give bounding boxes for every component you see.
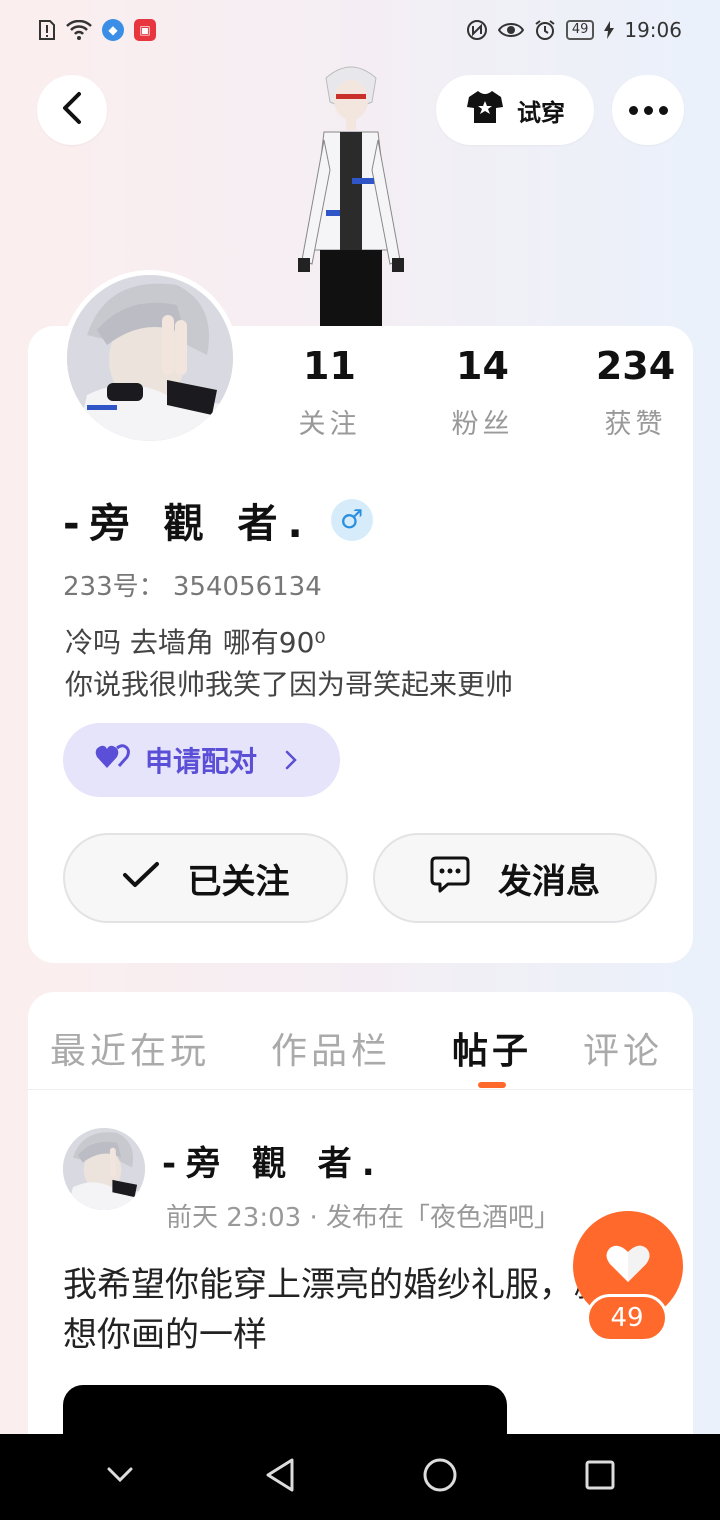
- request-pair-label: 申请配对: [145, 745, 258, 778]
- post-author-name[interactable]: -旁 觀 者.: [162, 1136, 385, 1185]
- stat-followers[interactable]: 14 粉丝: [406, 344, 559, 441]
- heart-icon: [606, 1244, 650, 1288]
- profile-avatar[interactable]: [62, 270, 238, 446]
- stat-label: 获赞: [604, 409, 667, 440]
- system-nav-bar: [0, 1434, 720, 1520]
- following-label: 已关注: [187, 861, 290, 902]
- more-dot-icon: [643, 105, 653, 115]
- nav-recents-button[interactable]: [570, 1447, 630, 1507]
- circle-home-icon: [422, 1457, 458, 1497]
- status-time: 19:06: [624, 18, 682, 42]
- triangle-back-icon: [264, 1457, 296, 1497]
- browser-app-icon: ◆: [102, 19, 124, 41]
- profile-name: -旁 觀 者.: [63, 501, 313, 547]
- following-button[interactable]: 已关注: [63, 833, 348, 923]
- profile-bio: 冷吗 去墙角 哪有90⁰ 你说我很帅我笑了因为哥笑起来更帅: [65, 622, 513, 706]
- chevron-down-icon: [106, 1466, 134, 1488]
- stat-value: 11: [303, 344, 356, 388]
- try-on-label: 试穿: [517, 98, 565, 127]
- stat-likes[interactable]: 234 获赞: [559, 344, 712, 441]
- active-tab-indicator: [478, 1082, 506, 1088]
- stat-value: 14: [456, 344, 509, 388]
- status-left: ◆ ▣: [38, 19, 156, 41]
- stat-label: 关注: [298, 409, 361, 440]
- more-dot-icon: [628, 105, 638, 115]
- eye-comfort-icon: [497, 21, 524, 39]
- post-author-avatar[interactable]: [63, 1128, 145, 1210]
- try-on-button[interactable]: 试穿: [436, 75, 594, 145]
- stat-value: 234: [595, 344, 676, 388]
- tab-works[interactable]: 作品栏: [271, 1022, 391, 1074]
- nav-home-button[interactable]: [410, 1447, 470, 1507]
- nav-back-button[interactable]: [250, 1447, 310, 1507]
- male-gender-icon: ♂: [330, 499, 373, 541]
- name-row: -旁 觀 者. ♂: [63, 491, 373, 549]
- send-message-label: 发消息: [498, 861, 600, 902]
- send-message-button[interactable]: 发消息: [373, 833, 657, 923]
- chat-bubble-icon: [430, 855, 470, 902]
- user-id[interactable]: 233号： 354056134: [63, 566, 322, 603]
- request-pair-button[interactable]: 申请配对: [63, 723, 340, 797]
- status-bar: ◆ ▣ 49 19:06: [0, 0, 720, 60]
- tab-recently-played[interactable]: 最近在玩: [50, 1022, 210, 1074]
- video-app-icon: ▣: [134, 19, 156, 41]
- stat-label: 粉丝: [451, 409, 514, 440]
- nfc-icon: [466, 19, 488, 41]
- chevron-right-icon: [285, 744, 297, 777]
- hide-nav-button[interactable]: [90, 1447, 150, 1507]
- checkmark-icon: [122, 858, 160, 898]
- status-right: 49 19:06: [466, 18, 682, 42]
- alarm-icon: [534, 19, 556, 41]
- stat-following[interactable]: 11 关注: [253, 344, 406, 441]
- post-text[interactable]: 我希望你能穿上漂亮的婚纱礼服，就想你画的一样: [63, 1260, 623, 1360]
- profile-tabs: 最近在玩 作品栏 帖子 评论: [28, 992, 693, 1090]
- tab-posts[interactable]: 帖子: [452, 1022, 532, 1074]
- square-recents-icon: [584, 1459, 616, 1495]
- charging-icon: [604, 21, 615, 39]
- wifi-icon: [66, 20, 92, 40]
- shirt-icon: [465, 89, 505, 131]
- more-dot-icon: [658, 105, 668, 115]
- tab-comments[interactable]: 评论: [583, 1022, 663, 1074]
- battery-icon: 49: [565, 20, 595, 40]
- back-button[interactable]: [37, 75, 107, 145]
- sim-alert-icon: [38, 19, 56, 41]
- double-heart-icon: [95, 743, 131, 777]
- chevron-left-icon: [61, 91, 83, 129]
- bio-line: 你说我很帅我笑了因为哥笑起来更帅: [65, 668, 514, 701]
- bio-line: 冷吗 去墙角 哪有90⁰: [65, 626, 326, 659]
- like-count: 49: [586, 1294, 668, 1342]
- profile-stats: 11 关注 14 粉丝 234 获赞: [253, 344, 712, 441]
- avatar-character-figure[interactable]: [296, 60, 406, 326]
- more-options-button[interactable]: [612, 75, 684, 145]
